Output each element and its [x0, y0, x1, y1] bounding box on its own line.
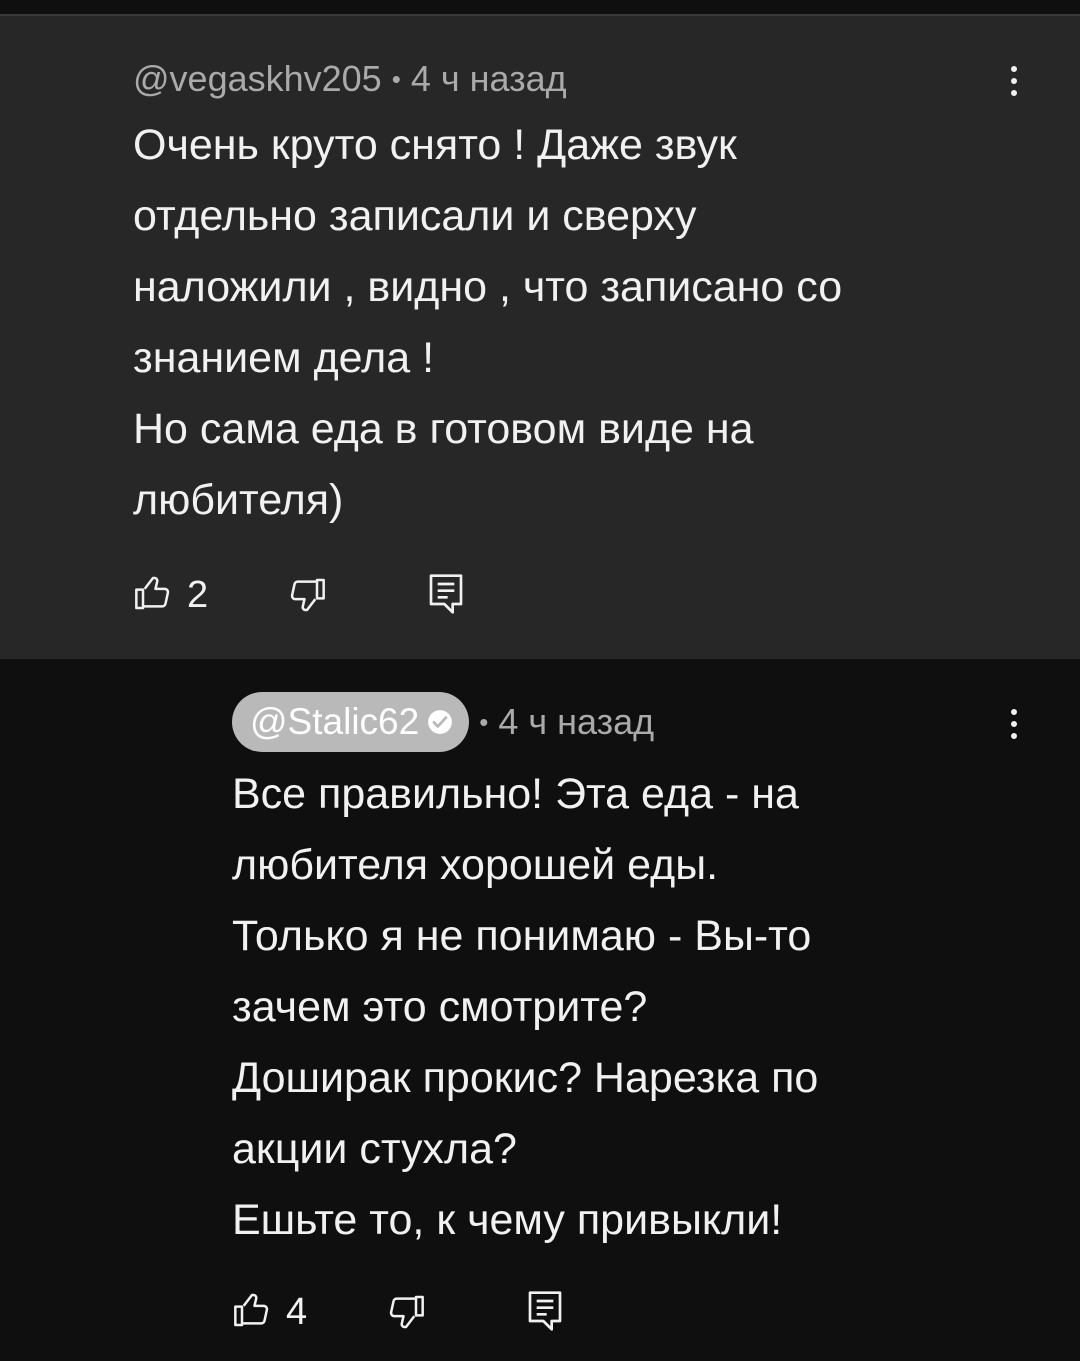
like-icon[interactable]	[232, 1289, 272, 1331]
verified-icon	[428, 710, 453, 734]
comment-line: Но сама еда в готовом виде на	[133, 405, 754, 453]
comment-line: акции стухла?	[232, 1125, 517, 1173]
like-icon[interactable]	[133, 572, 173, 614]
meta-separator: •	[391, 63, 401, 94]
comment-line: отдельно записали и сверху	[133, 192, 697, 240]
comment-line: Все правильно! Эта еда - на	[232, 770, 799, 818]
reply-icon[interactable]	[525, 1289, 565, 1333]
comment-line: Ешьте то, к чему привыкли!	[232, 1196, 783, 1244]
reply-icon[interactable]	[426, 572, 466, 616]
reply-comment-card: @Stalic62 • 4 ч назад Все правильно! Эта…	[0, 659, 1080, 1361]
comment-line: знанием дела !	[133, 334, 435, 382]
comment-time: 4 ч назад	[498, 701, 655, 742]
comment-line: Только я не понимаю - Вы-то	[232, 912, 812, 960]
dislike-icon[interactable]	[287, 574, 327, 616]
like-count: 2	[187, 574, 209, 616]
comment-line: Очень круто снято ! Даже звук	[133, 121, 737, 169]
comment-line: любителя)	[133, 476, 344, 524]
like-count: 4	[286, 1291, 308, 1333]
top-strip	[0, 0, 1080, 14]
comment-meta: @Stalic62 • 4 ч назад	[232, 692, 654, 752]
more-icon[interactable]	[1009, 709, 1019, 739]
comment-meta: @vegaskhv205 • 4 ч назад	[133, 58, 567, 100]
comment-line: Доширак прокис? Нарезка по	[232, 1054, 819, 1102]
comment-card: @vegaskhv205 • 4 ч назад Очень круто сня…	[0, 16, 1080, 659]
comment-text: Очень круто снято ! Даже звук отдельно з…	[133, 110, 842, 536]
comment-line: любителя хорошей еды.	[232, 841, 719, 889]
comment-actions: 2	[133, 572, 493, 622]
comment-line: зачем это смотрите?	[232, 983, 648, 1031]
comment-line: наложили , видно , что записано со	[133, 263, 843, 311]
comment-time: 4 ч назад	[410, 58, 567, 99]
comment-text: Все правильно! Эта еда - на любителя хор…	[232, 759, 818, 1256]
comment-author: @Stalic62	[250, 701, 420, 742]
author-chip[interactable]: @Stalic62	[232, 692, 470, 752]
more-icon[interactable]	[1009, 66, 1019, 96]
dislike-icon[interactable]	[386, 1291, 426, 1333]
comment-author[interactable]: @vegaskhv205	[133, 58, 382, 100]
meta-separator: •	[479, 706, 489, 737]
comment-actions: 4	[232, 1289, 592, 1339]
